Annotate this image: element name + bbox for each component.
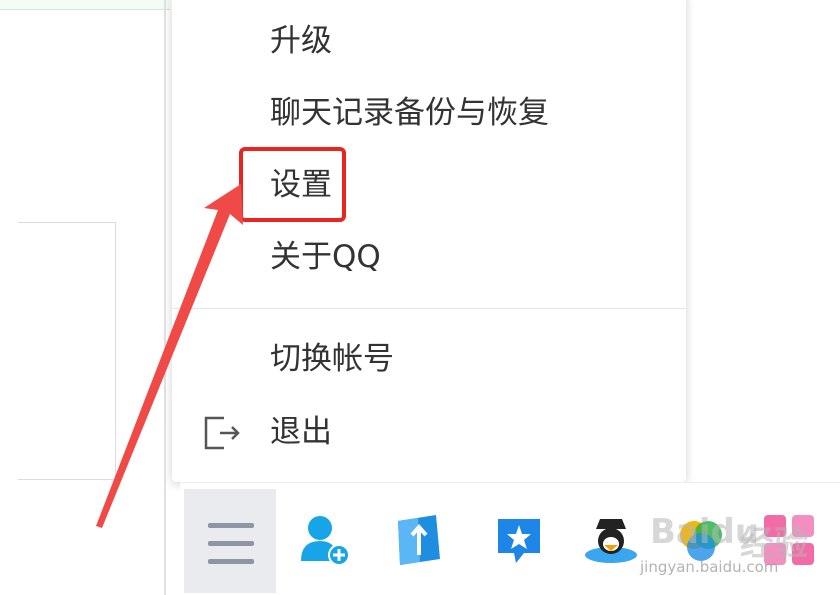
background-panel (18, 222, 116, 480)
app-manager-icon[interactable] (388, 511, 446, 569)
menu-item-about[interactable]: 关于QQ (270, 237, 381, 277)
menu-item-exit[interactable]: 退出 (270, 412, 332, 452)
watermark-url: jingyan.baidu.com (640, 558, 779, 576)
add-friend-icon[interactable] (296, 511, 354, 569)
menu-icon (208, 523, 254, 528)
penguin-game-icon[interactable] (582, 511, 640, 569)
menu-separator (172, 308, 686, 309)
menu-item-switch-account[interactable]: 切换帐号 (270, 339, 394, 379)
background-top-strip (0, 0, 170, 10)
highlight-box (239, 147, 346, 222)
qq-star-icon[interactable] (490, 511, 548, 569)
background-divider (164, 0, 166, 595)
main-menu-popup: 升级 聊天记录备份与恢复 设置 关于QQ 切换帐号 退出 (172, 0, 686, 482)
menu-item-upgrade[interactable]: 升级 (270, 21, 332, 61)
exit-icon (204, 416, 240, 450)
menu-item-chat-backup[interactable]: 聊天记录备份与恢复 (270, 93, 549, 133)
main-menu-button[interactable] (184, 489, 276, 593)
